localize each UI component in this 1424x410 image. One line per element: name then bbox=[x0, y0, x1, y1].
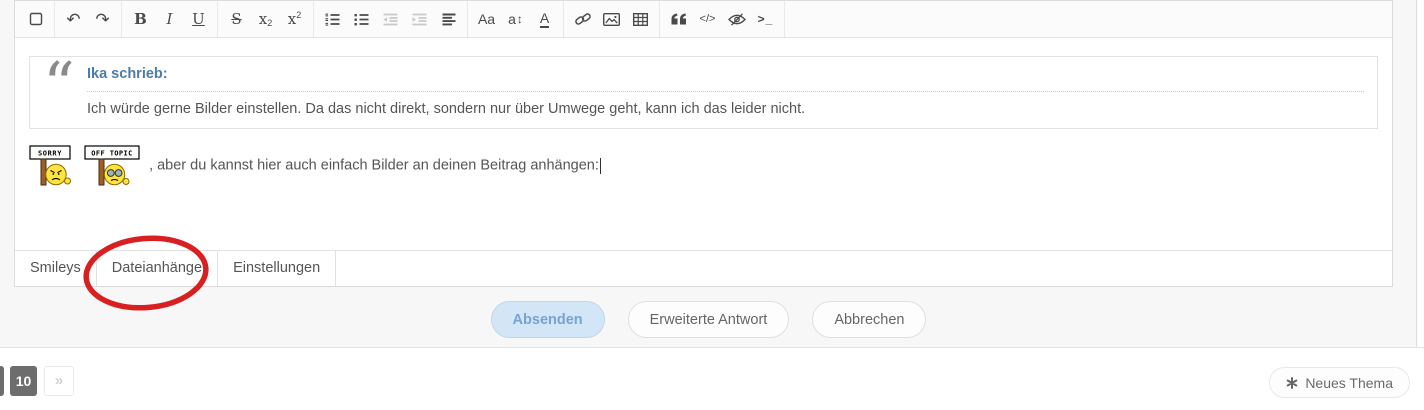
reply-editor: ↶ ↷ B I U S x2 x2 bbox=[14, 0, 1393, 287]
undo-icon[interactable]: ↶ bbox=[59, 4, 88, 34]
submit-button[interactable]: Absenden bbox=[491, 301, 605, 338]
toolbar-group-insert bbox=[564, 1, 660, 37]
quote-block: “ Ika schrieb: Ich würde gerne Bilder ei… bbox=[29, 56, 1378, 129]
pagination-next-button[interactable]: » bbox=[44, 366, 74, 396]
link-icon[interactable] bbox=[568, 4, 597, 34]
svg-text:SORRY: SORRY bbox=[38, 150, 62, 158]
image-icon[interactable] bbox=[597, 4, 626, 34]
toolbar-group-basic-format: B I U bbox=[122, 1, 218, 37]
editor-tab-bar: Smileys Dateianhänge Einstellungen bbox=[15, 250, 1392, 286]
ordered-list-icon[interactable] bbox=[318, 4, 347, 34]
toolbar-group-lists bbox=[314, 1, 468, 37]
smiley-offtopic-image: OFF TOPIC bbox=[84, 145, 142, 186]
quote-icon[interactable] bbox=[664, 4, 693, 34]
quote-mark-icon: “ bbox=[43, 66, 87, 117]
subscript-button[interactable]: x2 bbox=[251, 4, 280, 34]
svg-text:OFF TOPIC: OFF TOPIC bbox=[91, 150, 133, 158]
unordered-list-icon[interactable] bbox=[347, 4, 376, 34]
underline-button[interactable]: U bbox=[184, 4, 213, 34]
font-color-button[interactable]: A bbox=[530, 4, 559, 34]
toolbar-group-blocks: </> >_ bbox=[660, 1, 785, 37]
indent-icon[interactable] bbox=[405, 4, 434, 34]
quote-author: Ika schrieb: bbox=[87, 66, 1364, 92]
alignment-icon[interactable] bbox=[434, 4, 463, 34]
editor-toolbar: ↶ ↷ B I U S x2 x2 bbox=[15, 1, 1392, 38]
page-footer: 10 » Neues Thema bbox=[0, 347, 1424, 410]
italic-button[interactable]: I bbox=[155, 4, 184, 34]
code-button[interactable]: </> bbox=[693, 4, 722, 34]
outdent-icon[interactable] bbox=[376, 4, 405, 34]
font-family-button[interactable]: Aa bbox=[472, 4, 501, 34]
bold-button[interactable]: B bbox=[126, 4, 155, 34]
message-paragraph: SORRY OFF TOPIC , aber du kannst hier a bbox=[29, 145, 1378, 186]
tab-einstellungen[interactable]: Einstellungen bbox=[218, 251, 336, 286]
font-size-button[interactable]: a↕ bbox=[501, 4, 530, 34]
terminal-button[interactable]: >_ bbox=[751, 4, 780, 34]
form-buttons: Absenden Erweiterte Antwort Abbrechen bbox=[0, 301, 1417, 338]
redo-icon[interactable]: ↷ bbox=[88, 4, 117, 34]
superscript-button[interactable]: x2 bbox=[280, 4, 309, 34]
tab-dateianhaenge[interactable]: Dateianhänge bbox=[97, 251, 218, 286]
spoiler-eye-slash-icon[interactable] bbox=[722, 4, 751, 34]
toolbar-group-font: Aa a↕ A bbox=[468, 1, 564, 37]
smiley-sorry-image: SORRY bbox=[29, 145, 77, 186]
strikethrough-button[interactable]: S bbox=[222, 4, 251, 34]
cancel-button[interactable]: Abbrechen bbox=[812, 301, 926, 338]
extended-reply-button[interactable]: Erweiterte Antwort bbox=[628, 301, 790, 338]
fullscreen-icon[interactable] bbox=[21, 4, 50, 34]
message-text: , aber du kannst hier auch einfach Bilde… bbox=[149, 157, 599, 173]
table-icon[interactable] bbox=[626, 4, 655, 34]
text-cursor bbox=[600, 158, 601, 174]
toolbar-group-history: ↶ ↷ bbox=[55, 1, 122, 37]
pagination-current-page[interactable]: 10 bbox=[10, 366, 37, 396]
new-topic-button[interactable]: Neues Thema bbox=[1269, 367, 1410, 398]
asterisk-icon bbox=[1286, 377, 1298, 389]
quote-text: Ich würde gerne Bilder einstellen. Da da… bbox=[87, 101, 1364, 117]
page-button-partial[interactable] bbox=[0, 366, 4, 396]
toolbar-group-script: S x2 x2 bbox=[218, 1, 314, 37]
editor-content-area[interactable]: “ Ika schrieb: Ich würde gerne Bilder ei… bbox=[15, 38, 1392, 250]
tab-smileys[interactable]: Smileys bbox=[15, 251, 97, 286]
toolbar-group-window bbox=[17, 1, 55, 37]
